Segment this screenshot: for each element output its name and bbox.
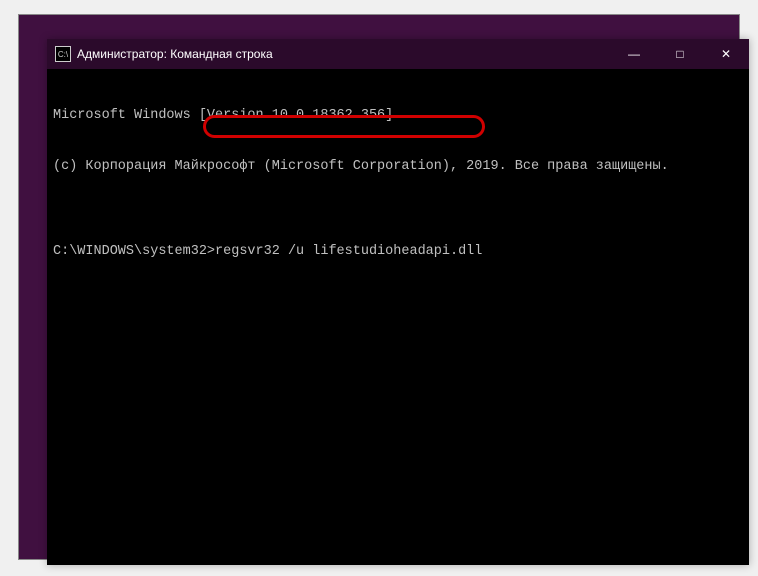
titlebar[interactable]: C:\ Администратор: Командная строка — □ … [47, 39, 749, 69]
cmd-icon-label: C:\ [58, 50, 68, 59]
maximize-icon: □ [676, 47, 683, 61]
window-controls: — □ ✕ [611, 39, 749, 69]
screenshot-frame: C:\ Администратор: Командная строка — □ … [18, 14, 740, 560]
minimize-button[interactable]: — [611, 39, 657, 69]
prompt-line: C:\WINDOWS\system32>regsvr32 /u lifestud… [53, 243, 743, 260]
terminal-area[interactable]: Microsoft Windows [Version 10.0.18362.35… [47, 69, 749, 565]
close-button[interactable]: ✕ [703, 39, 749, 69]
cmd-window: C:\ Администратор: Командная строка — □ … [47, 39, 749, 565]
cmd-icon: C:\ [55, 46, 71, 62]
command-text: regsvr32 /u lifestudioheadapi.dll [215, 244, 482, 259]
minimize-icon: — [628, 47, 640, 61]
prompt-text: C:\WINDOWS\system32> [53, 244, 215, 259]
version-line: Microsoft Windows [Version 10.0.18362.35… [53, 107, 743, 124]
close-icon: ✕ [721, 47, 731, 61]
window-title: Администратор: Командная строка [77, 47, 611, 61]
maximize-button[interactable]: □ [657, 39, 703, 69]
copyright-line: (c) Корпорация Майкрософт (Microsoft Cor… [53, 158, 743, 175]
